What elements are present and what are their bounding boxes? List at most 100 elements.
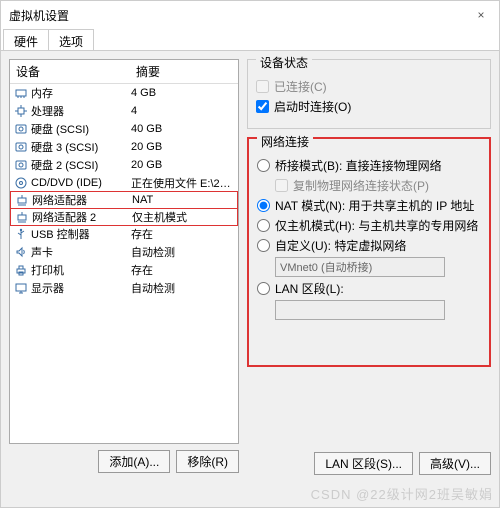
tab-options[interactable]: 选项 [48, 29, 94, 50]
device-summary: 仅主机模式 [132, 209, 233, 225]
lan-radio[interactable] [257, 282, 270, 295]
device-summary: NAT [132, 194, 233, 206]
right-buttons: LAN 区段(S)... 高级(V)... [314, 452, 491, 475]
connect-at-poweron-checkbox[interactable] [256, 100, 269, 113]
device-summary: 40 GB [131, 123, 234, 135]
hostonly-radio[interactable] [257, 219, 270, 232]
device-summary: 自动检测 [131, 244, 234, 260]
device-summary: 20 GB [131, 141, 234, 153]
device-summary: 20 GB [131, 159, 234, 171]
add-button[interactable]: 添加(A)... [98, 450, 170, 473]
device-row[interactable]: 声卡自动检测 [10, 243, 238, 261]
connect-at-poweron-label: 启动时连接(O) [274, 98, 351, 115]
device-name: 硬盘 2 (SCSI) [31, 157, 131, 173]
net-icon [15, 193, 29, 207]
device-name: 声卡 [31, 244, 131, 260]
bridged-label: 桥接模式(B): 直接连接物理网络 [275, 157, 442, 174]
col-device: 设备 [10, 60, 130, 83]
hostonly-label: 仅主机模式(H): 与主机共享的专用网络 [275, 217, 478, 234]
disk-icon [14, 158, 28, 172]
device-row[interactable]: 硬盘 (SCSI)40 GB [10, 120, 238, 138]
device-summary: 存在 [131, 226, 234, 242]
device-row[interactable]: 网络适配器NAT [10, 191, 238, 209]
connected-checkbox [256, 80, 269, 93]
device-row[interactable]: 网络适配器 2仅主机模式 [10, 208, 238, 226]
device-list[interactable]: 设备 摘要 内存4 GB处理器4硬盘 (SCSI)40 GB硬盘 3 (SCSI… [9, 59, 239, 444]
advanced-button[interactable]: 高级(V)... [419, 452, 491, 475]
cd-icon [14, 176, 28, 190]
replicate-checkbox [275, 179, 288, 192]
device-name: 打印机 [31, 262, 131, 278]
connected-checkbox-row: 已连接(C) [256, 78, 482, 95]
connected-label: 已连接(C) [274, 78, 327, 95]
disk-icon [14, 140, 28, 154]
device-list-header: 设备 摘要 [10, 60, 238, 84]
device-name: USB 控制器 [31, 226, 131, 242]
connect-at-poweron-row[interactable]: 启动时连接(O) [256, 98, 482, 115]
replicate-checkbox-row: 复制物理网络连接状态(P) [275, 177, 481, 194]
sound-icon [14, 245, 28, 259]
device-name: 显示器 [31, 280, 131, 296]
device-name: 网络适配器 [32, 192, 132, 208]
device-row[interactable]: 打印机存在 [10, 261, 238, 279]
bridged-radio-row[interactable]: 桥接模式(B): 直接连接物理网络 [257, 157, 481, 174]
device-row[interactable]: 显示器自动检测 [10, 279, 238, 297]
nat-radio-row[interactable]: NAT 模式(N): 用于共享主机的 IP 地址 [257, 197, 481, 214]
device-summary: 4 [131, 105, 234, 117]
tab-bar: 硬件 选项 [1, 29, 499, 51]
vm-settings-window: 虚拟机设置 × 硬件 选项 设备 摘要 内存4 GB处理器4硬盘 (SCSI)4… [0, 0, 500, 508]
device-name: CD/DVD (IDE) [31, 177, 131, 189]
device-name: 硬盘 3 (SCSI) [31, 139, 131, 155]
custom-radio[interactable] [257, 239, 270, 252]
display-icon [14, 281, 28, 295]
memory-icon [14, 86, 28, 100]
device-summary: 存在 [131, 262, 234, 278]
device-name: 内存 [31, 85, 131, 101]
remove-button[interactable]: 移除(R) [176, 450, 239, 473]
dialog-body: 设备 摘要 内存4 GB处理器4硬盘 (SCSI)40 GB硬盘 3 (SCSI… [1, 51, 499, 481]
device-row[interactable]: CD/DVD (IDE)正在使用文件 E:\20220308020... [10, 174, 238, 192]
device-row[interactable]: 内存4 GB [10, 84, 238, 102]
device-status-group: 设备状态 已连接(C) 启动时连接(O) [247, 59, 491, 129]
device-summary: 正在使用文件 E:\20220308020... [131, 175, 234, 191]
device-row[interactable]: 硬盘 3 (SCSI)20 GB [10, 138, 238, 156]
device-row[interactable]: USB 控制器存在 [10, 225, 238, 243]
col-summary: 摘要 [130, 60, 238, 83]
close-icon[interactable]: × [471, 8, 491, 22]
network-connection-group: 网络连接 桥接模式(B): 直接连接物理网络 复制物理网络连接状态(P) [247, 137, 491, 367]
watermark: CSDN @22级计网2班吴敏娟 [311, 484, 493, 503]
device-name: 硬盘 (SCSI) [31, 121, 131, 137]
network-legend: 网络连接 [257, 133, 313, 150]
nat-radio[interactable] [257, 199, 270, 212]
custom-radio-row[interactable]: 自定义(U): 特定虚拟网络 [257, 237, 481, 254]
lan-select-wrap [275, 300, 481, 320]
custom-select: VMnet0 (自动桥接) [275, 257, 445, 277]
device-summary: 自动检测 [131, 280, 234, 296]
tab-hardware[interactable]: 硬件 [3, 29, 49, 50]
printer-icon [14, 263, 28, 277]
device-name: 处理器 [31, 103, 131, 119]
right-pane: 设备状态 已连接(C) 启动时连接(O) 网络连接 [247, 59, 491, 473]
hostonly-radio-row[interactable]: 仅主机模式(H): 与主机共享的专用网络 [257, 217, 481, 234]
lan-segments-button[interactable]: LAN 区段(S)... [314, 452, 413, 475]
disk-icon [14, 122, 28, 136]
device-row[interactable]: 硬盘 2 (SCSI)20 GB [10, 156, 238, 174]
bridged-radio[interactable] [257, 159, 270, 172]
replicate-label: 复制物理网络连接状态(P) [293, 177, 429, 194]
usb-icon [14, 227, 28, 241]
device-row[interactable]: 处理器4 [10, 102, 238, 120]
nat-label: NAT 模式(N): 用于共享主机的 IP 地址 [275, 197, 474, 214]
net-icon [15, 210, 29, 224]
device-summary: 4 GB [131, 87, 234, 99]
left-pane: 设备 摘要 内存4 GB处理器4硬盘 (SCSI)40 GB硬盘 3 (SCSI… [9, 59, 239, 473]
custom-select-wrap: VMnet0 (自动桥接) [275, 257, 481, 277]
device-status-legend: 设备状态 [256, 54, 312, 71]
cpu-icon [14, 104, 28, 118]
lan-select [275, 300, 445, 320]
lan-label: LAN 区段(L): [275, 280, 344, 297]
window-title: 虚拟机设置 [9, 7, 69, 24]
left-buttons: 添加(A)... 移除(R) [9, 450, 239, 473]
lan-radio-row[interactable]: LAN 区段(L): [257, 280, 481, 297]
titlebar: 虚拟机设置 × [1, 1, 499, 29]
device-name: 网络适配器 2 [32, 209, 132, 225]
